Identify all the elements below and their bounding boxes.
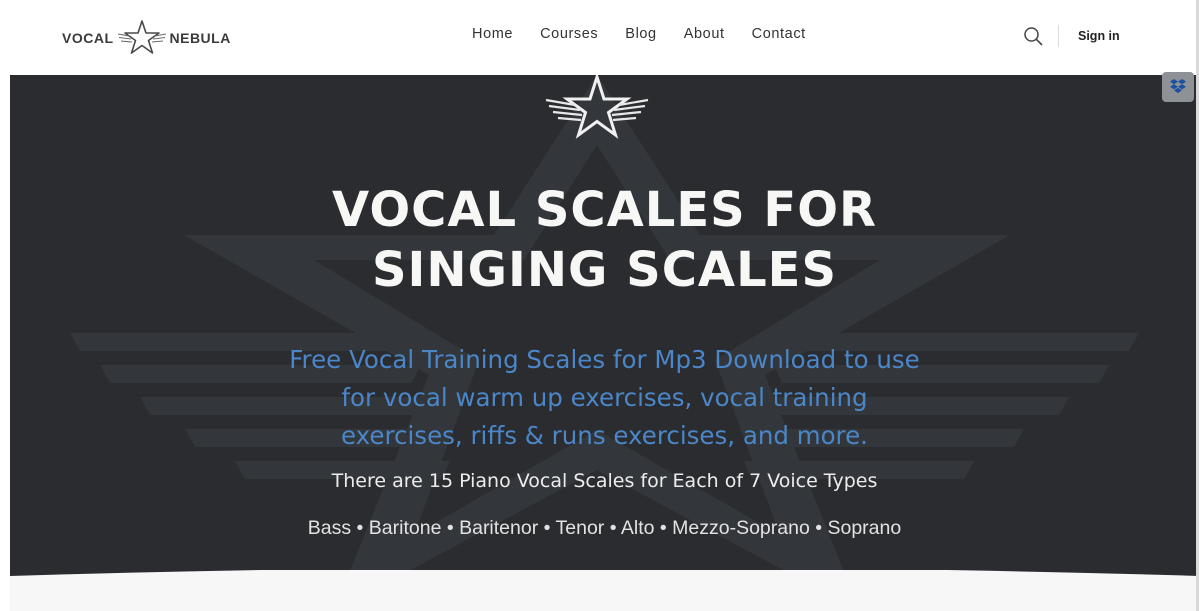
top-navigation: VOCAL NEBULA Home Courses Blog About Con… [0, 0, 1199, 75]
nav-contact-link[interactable]: Contact [752, 26, 806, 42]
search-icon[interactable] [1023, 26, 1043, 46]
logo-text-right: NEBULA [169, 30, 231, 46]
nav-about-link[interactable]: About [684, 26, 725, 42]
hero-bottom-curve [10, 570, 1199, 611]
nav-courses-link[interactable]: Courses [540, 26, 598, 42]
vocal-nebula-logo[interactable]: VOCAL NEBULA [62, 18, 231, 58]
hero-title: VOCAL SCALES FOR SINGING SCALES [10, 180, 1199, 300]
nav-home-link[interactable]: Home [472, 26, 513, 42]
hero-subtitle-line-2: for vocal warm up exercises, vocal train… [341, 383, 868, 412]
dropbox-extension-button[interactable] [1162, 72, 1194, 102]
main-menu: Home Courses Blog About Contact [472, 26, 833, 42]
hero-title-line-2: SINGING SCALES [371, 242, 838, 298]
nav-blog-link[interactable]: Blog [625, 26, 656, 42]
nav-divider [1058, 25, 1059, 47]
hero-subtitle-line-1: Free Vocal Training Scales for Mp3 Downl… [289, 345, 920, 374]
hero-title-line-1: VOCAL SCALES FOR [332, 182, 877, 238]
star-wings-logo-icon [117, 20, 166, 54]
hero-subtitle: Free Vocal Training Scales for Mp3 Downl… [10, 341, 1199, 455]
scales-info-text: There are 15 Piano Vocal Scales for Each… [331, 470, 878, 492]
hero-star-emblem-icon [545, 75, 649, 139]
logo-text-left: VOCAL [62, 30, 114, 46]
dropbox-icon [1170, 79, 1186, 93]
hero-subtitle-line-3: exercises, riffs & runs exercises, and m… [341, 421, 868, 450]
voice-types-list: Bass • Baritone • Baritenor • Tenor • Al… [307, 517, 902, 539]
hero-section: VOCAL SCALES FOR SINGING SCALES Free Voc… [10, 75, 1199, 611]
sign-in-link[interactable]: Sign in [1078, 29, 1120, 43]
